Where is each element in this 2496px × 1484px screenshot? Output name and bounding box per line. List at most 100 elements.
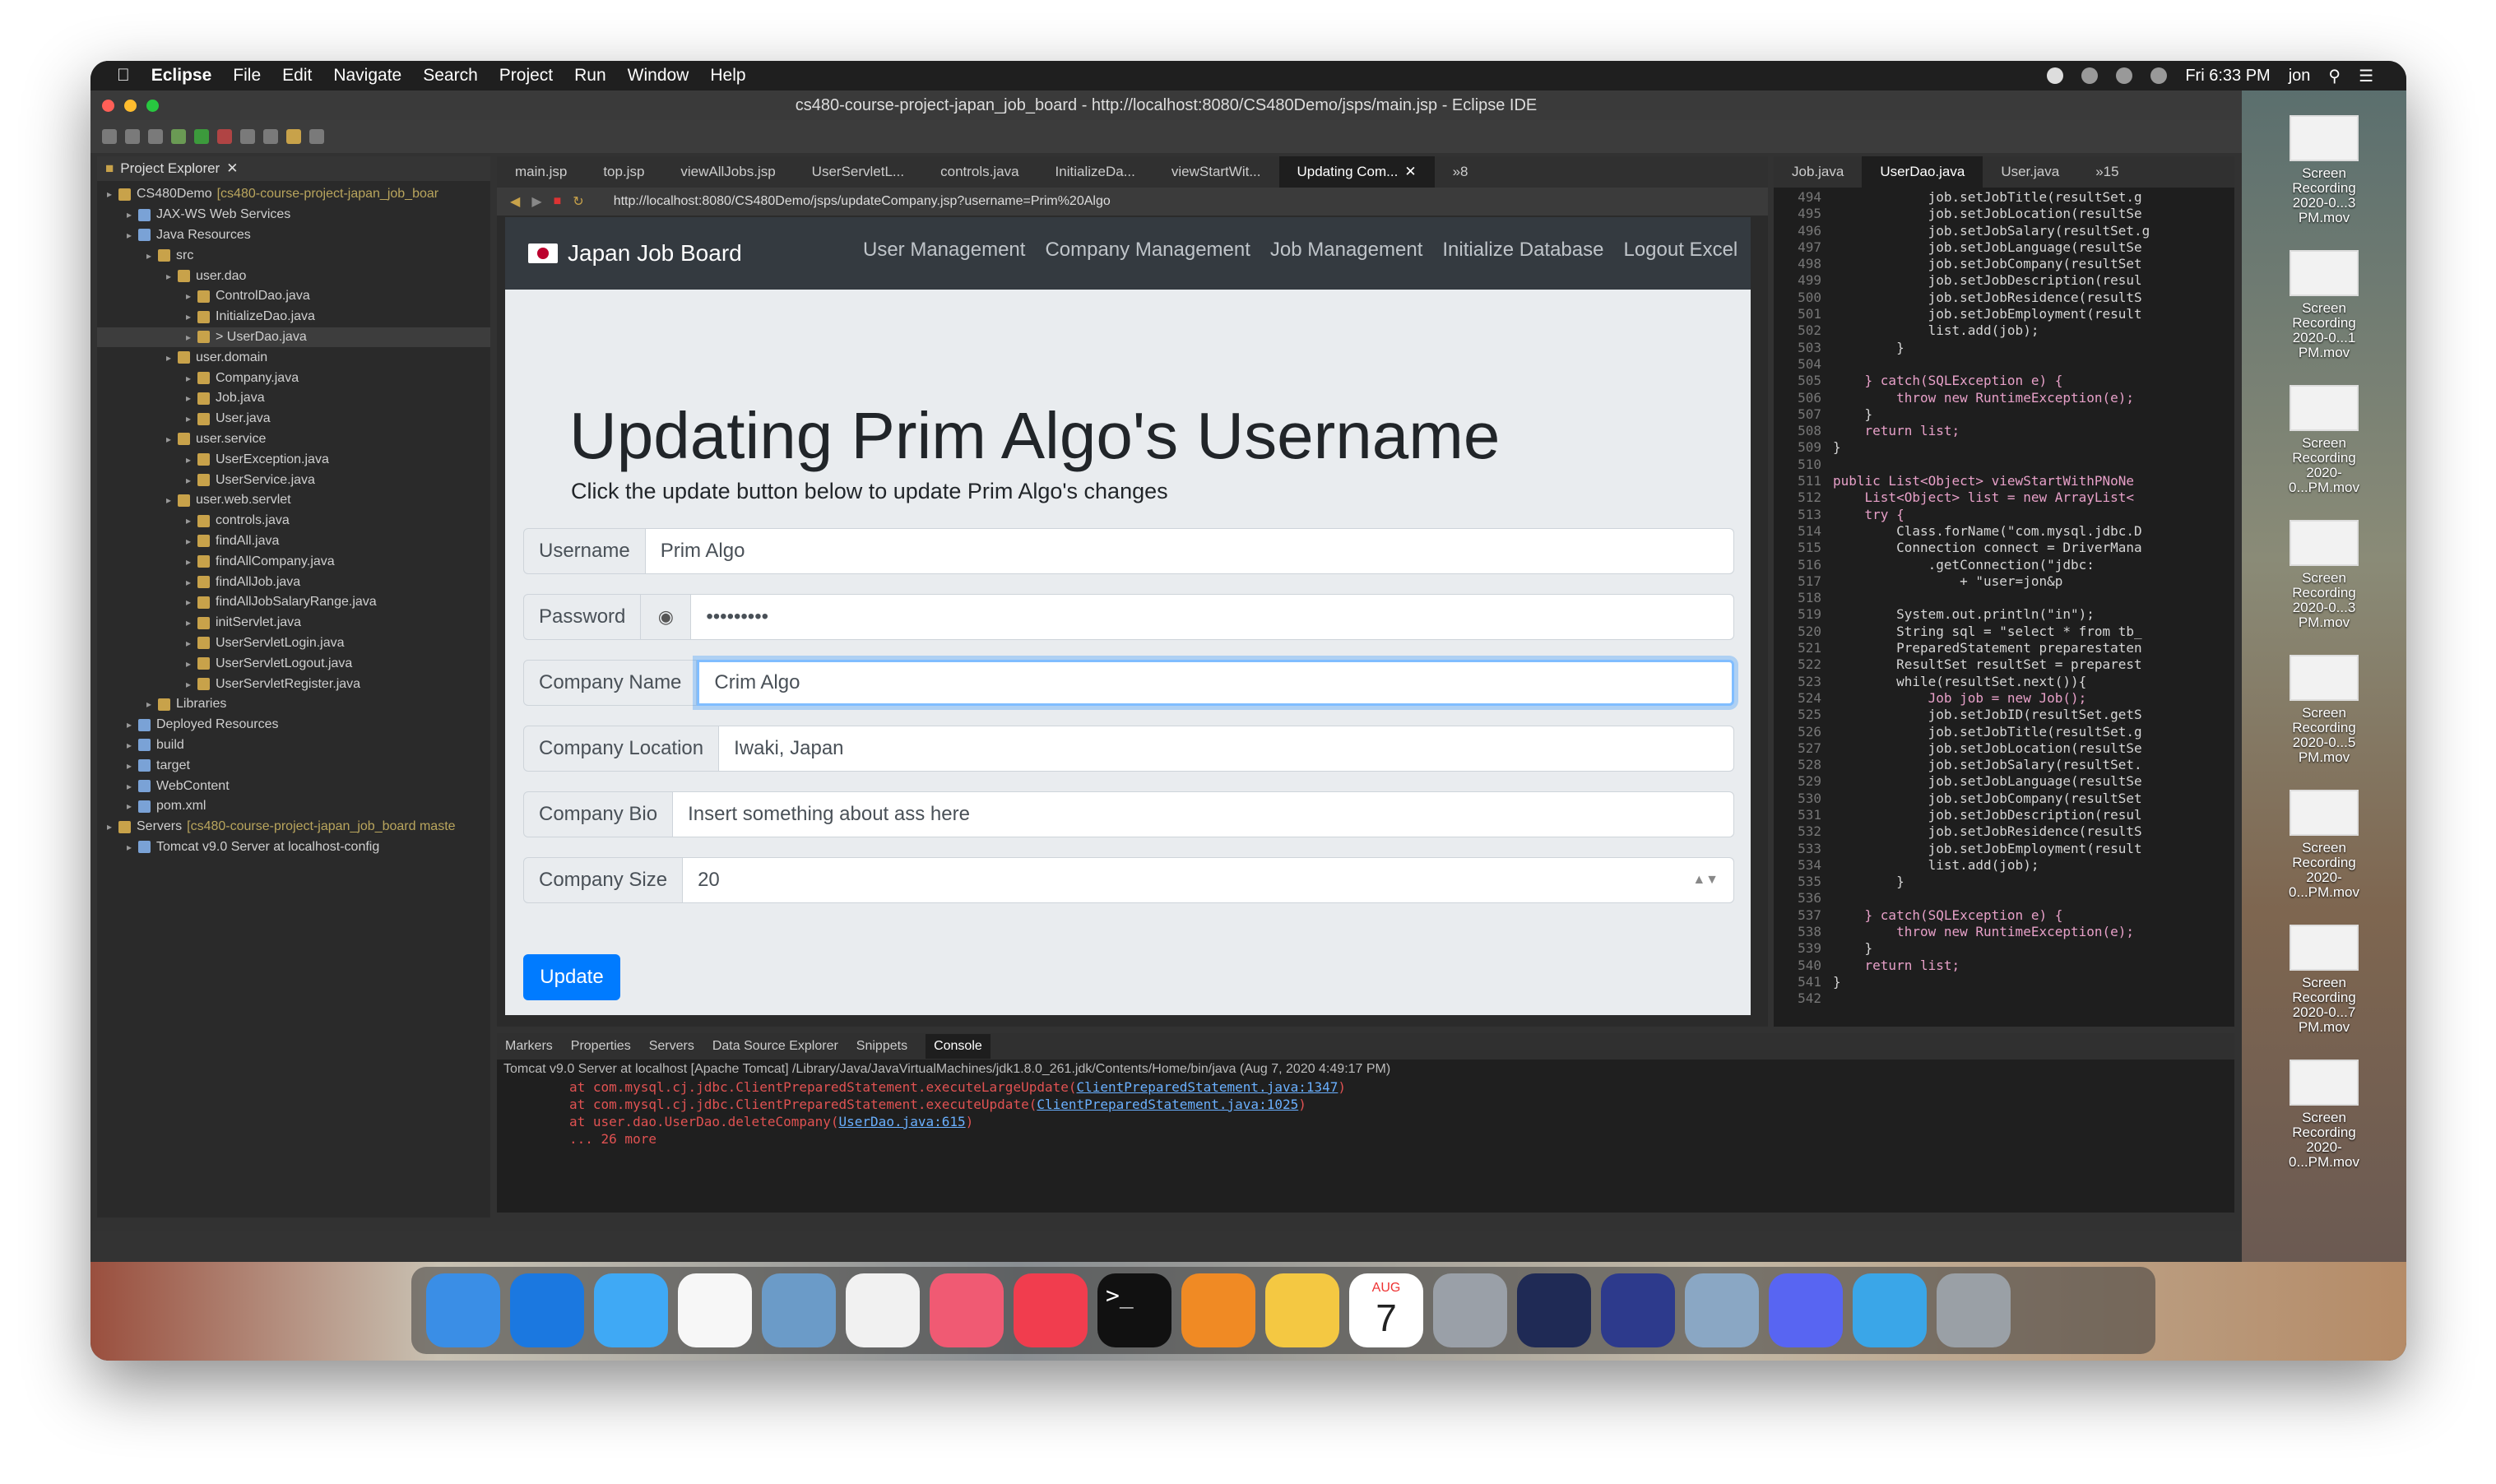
nav-logout[interactable]: Logout Excel [1623,239,1737,262]
tree-item[interactable]: ▸ build [97,735,490,756]
tree-item[interactable]: ▸ findAllCompany.java [97,551,490,572]
menu-run[interactable]: Run [574,66,606,86]
music-icon[interactable] [930,1273,1004,1347]
expand-chevron-icon[interactable]: ▸ [107,821,118,832]
code-body[interactable]: 494 job.setJobTitle(resultSet.g 495 job.s… [1774,189,2234,1012]
reminders-icon[interactable] [678,1273,752,1347]
eclipse-icon[interactable] [1601,1273,1675,1347]
record-status-icon[interactable] [2047,67,2064,84]
tree-item[interactable]: ▸ user.web.servlet [97,490,490,511]
console-link[interactable]: ClientPreparedStatement.java:1025 [1037,1097,1298,1112]
tree-item[interactable]: ▸ CS480Demo [cs480-course-project-japan_jo… [97,184,490,205]
company-location-input[interactable]: Iwaki, Japan [719,726,1734,772]
expand-chevron-icon[interactable]: ▸ [186,658,197,670]
expand-chevron-icon[interactable]: ▸ [146,250,158,262]
browser-forward-icon[interactable]: ▶ [531,193,541,210]
back-icon[interactable] [286,129,301,144]
close-icon[interactable]: ✕ [1404,164,1416,180]
photos-icon[interactable] [1265,1273,1339,1347]
menu-window[interactable]: Window [628,66,689,86]
expand-chevron-icon[interactable]: ▸ [127,719,138,730]
expand-chevron-icon[interactable]: ▸ [186,392,197,404]
expand-chevron-icon[interactable]: ▸ [127,209,138,220]
screen-recording-file[interactable]: Screen Recording 2020-0...5 PM.mov [2275,655,2373,765]
volume-icon[interactable] [2150,67,2168,84]
trash-icon[interactable] [1937,1273,2011,1347]
company-name-input[interactable]: Crim Algo [697,660,1734,706]
close-window-button[interactable] [102,100,114,112]
expand-chevron-icon[interactable]: ▸ [146,698,158,710]
run-icon[interactable] [194,129,209,144]
editor-tab[interactable]: main.jsp [497,156,585,188]
tree-item[interactable]: ▸ UserException.java [97,449,490,470]
tree-item[interactable]: ▸ UserServletRegister.java [97,674,490,694]
username-input[interactable]: Prim Algo [645,528,1734,574]
tree-item[interactable]: ▸ UserService.java [97,470,490,490]
safari-icon[interactable] [510,1273,584,1347]
expand-chevron-icon[interactable]: ▸ [127,230,138,241]
menu-project[interactable]: Project [499,66,553,86]
browser-back-icon[interactable]: ◀ [510,193,520,210]
tree-item[interactable]: ▸ findAll.java [97,531,490,552]
navbar-brand[interactable]: Japan Job Board [528,240,742,267]
expand-chevron-icon[interactable]: ▸ [166,352,178,364]
editor-tab[interactable]: UserServletL... [794,156,922,188]
tree-item[interactable]: ▸ UserServletLogout.java [97,653,490,674]
console-link[interactable]: UserDao.java:615 [839,1114,966,1129]
tree-item[interactable]: ▸ Servers [cs480-course-project-japan_job_… [97,817,490,837]
tree-item[interactable]: ▸ user.domain [97,347,490,368]
expand-chevron-icon[interactable]: ▸ [127,800,138,812]
apple-icon[interactable]:  [117,66,130,86]
editor-tab[interactable]: controls.java [922,156,1037,188]
expand-chevron-icon[interactable]: ▸ [186,373,197,384]
tree-item[interactable]: ▸ > UserDao.java [97,327,490,348]
open-type-icon[interactable] [240,129,255,144]
company-size-input[interactable]: 20 ▲▼ [683,857,1734,903]
expand-chevron-icon[interactable]: ▸ [166,494,178,506]
expand-chevron-icon[interactable]: ▸ [166,434,178,445]
console-tab[interactable]: Console [926,1034,991,1059]
code-tab[interactable]: UserDao.java [1862,156,1983,188]
launchpad-icon[interactable] [1433,1273,1507,1347]
update-button[interactable]: Update [523,954,620,1000]
downloads-folder-icon[interactable] [1853,1273,1927,1347]
screen-recording-file[interactable]: Screen Recording 2020-0...PM.mov [2275,1060,2373,1170]
save-icon[interactable] [125,129,140,144]
books-icon[interactable] [1181,1273,1255,1347]
expand-chevron-icon[interactable]: ▸ [166,271,178,282]
editor-tab[interactable]: InitializeDa... [1037,156,1153,188]
tree-item[interactable]: ▸ user.dao [97,266,490,286]
expand-chevron-icon[interactable]: ▸ [186,617,197,628]
password-input[interactable]: ••••••••• [691,594,1734,640]
search-tool-icon[interactable] [263,129,278,144]
console-tab[interactable]: Properties [571,1039,631,1054]
expand-chevron-icon[interactable]: ▸ [186,536,197,547]
tree-item[interactable]: ▸ WebContent [97,776,490,796]
tree-item[interactable]: ▸ Libraries [97,694,490,715]
menubar-user[interactable]: jon [2289,67,2311,86]
bluetooth-icon[interactable] [2116,67,2133,84]
tree-item[interactable]: ▸ ControlDao.java [97,286,490,307]
new-icon[interactable] [102,129,117,144]
spinner-icon[interactable]: ▲▼ [1692,873,1719,888]
finder-icon[interactable] [426,1273,500,1347]
tree-item[interactable]: ▸ User.java [97,409,490,429]
console-link[interactable]: ClientPreparedStatement.java:1347 [1077,1079,1338,1095]
screen-recording-file[interactable]: Screen Recording 2020-0...1 PM.mov [2275,250,2373,360]
browser-stop-icon[interactable]: ■ [554,194,562,209]
terminal-icon[interactable]: >_ [1097,1273,1171,1347]
zoom-window-button[interactable] [146,100,159,112]
screen-recording-file[interactable]: Screen Recording 2020-0...3 PM.mov [2275,520,2373,630]
image-capture-icon[interactable] [1685,1273,1759,1347]
tree-item[interactable]: ▸ initServlet.java [97,613,490,633]
tree-item[interactable]: ▸ Company.java [97,368,490,388]
tree-item[interactable]: ▸ Job.java [97,388,490,409]
close-icon[interactable]: ✕ [226,160,238,177]
console-tab[interactable]: Markers [505,1039,553,1054]
expand-chevron-icon[interactable]: ▸ [127,760,138,772]
expand-chevron-icon[interactable]: ▸ [186,556,197,568]
screen-recording-file[interactable]: Screen Recording 2020-0...PM.mov [2275,790,2373,900]
messages-icon[interactable] [594,1273,668,1347]
console-tab[interactable]: Snippets [856,1039,907,1054]
tree-item[interactable]: ▸ Tomcat v9.0 Server at localhost-config [97,837,490,858]
